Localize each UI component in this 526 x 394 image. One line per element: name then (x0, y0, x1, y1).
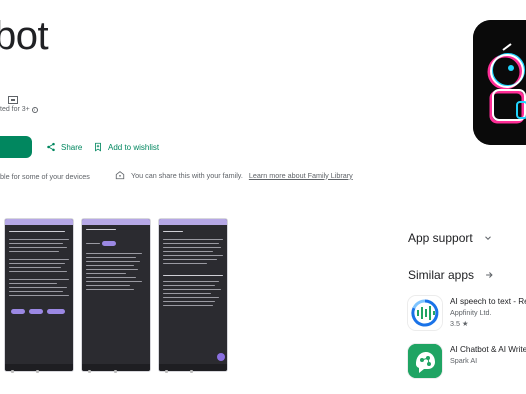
text-line (163, 293, 211, 295)
indicator-dot (88, 370, 91, 373)
text-line (163, 239, 223, 241)
screen-title (86, 229, 116, 231)
indicator-dot (11, 370, 14, 373)
text-line (86, 281, 142, 283)
text-line (163, 285, 215, 287)
indicator-dot (190, 370, 193, 373)
text-line (9, 291, 63, 293)
text-line (9, 287, 67, 289)
family-share-text: You can share this with your family. (131, 170, 243, 180)
similar-app-rating: 3.5 ★ (450, 319, 469, 328)
rating-badge-icon (8, 96, 18, 104)
text-line (163, 251, 213, 253)
text-line (86, 261, 140, 263)
app-support-header[interactable]: App support (408, 231, 493, 245)
status-bar (5, 219, 73, 225)
text-line (86, 289, 134, 291)
text-line (86, 269, 138, 271)
text-line (9, 295, 69, 297)
similar-app-info: AI speech to text - Re Appfinity Ltd. 3.… (450, 296, 526, 330)
app-support-label: App support (408, 231, 473, 245)
similar-app-name: AI Chatbot & AI Write (450, 345, 526, 354)
indicator-dot (36, 370, 39, 373)
info-icon[interactable]: i (31, 106, 38, 113)
similar-app-info: AI Chatbot & AI Write Spark AI (450, 344, 526, 378)
wishlist-button[interactable]: Add to wishlist (93, 142, 159, 152)
arrow-right-icon (486, 272, 493, 278)
text-line (9, 279, 69, 281)
search-field (163, 231, 183, 233)
text-line (86, 273, 126, 275)
screenshot-2[interactable] (81, 218, 151, 372)
content-rating: ted for 3+ i (0, 96, 38, 113)
robot-glitch-icon (473, 20, 526, 145)
text-line (86, 257, 136, 259)
chip (47, 309, 65, 314)
text-line (163, 259, 217, 261)
indicator-dot (165, 370, 168, 373)
text-line (9, 243, 63, 245)
indicator-dot (114, 370, 117, 373)
screenshot-1[interactable] (4, 218, 74, 372)
text-line (86, 277, 136, 279)
text-line (86, 265, 134, 267)
similar-apps-label: Similar apps (408, 268, 475, 282)
text-line (163, 297, 219, 299)
family-library-link[interactable]: Learn more about Family Library (249, 171, 353, 180)
text-line (163, 305, 213, 307)
install-button[interactable] (0, 136, 32, 158)
chevron-down-icon (484, 236, 491, 240)
text-line (9, 231, 65, 233)
similar-app-developer: Spark AI (450, 356, 478, 365)
status-bar (82, 219, 150, 225)
text-line (163, 243, 219, 245)
text-line (163, 263, 207, 265)
content-rating-text: ted for 3+ i (0, 106, 38, 113)
text-line (163, 255, 223, 257)
share-button[interactable]: Share (46, 142, 82, 152)
text-line (9, 267, 61, 269)
screenshot-3[interactable] (158, 218, 228, 372)
status-bar (159, 219, 227, 225)
speech-to-text-icon (408, 296, 442, 330)
home-icon (115, 171, 125, 180)
similar-app-name: AI speech to text - Re (450, 297, 526, 306)
text-line (9, 259, 69, 261)
share-icon (47, 142, 55, 152)
carousel-indicators (0, 370, 240, 376)
text-line (9, 263, 65, 265)
share-label: Share (61, 142, 83, 152)
prompt-label (86, 243, 100, 245)
text-line (86, 253, 142, 255)
text-line (9, 247, 67, 249)
similar-apps-header[interactable]: Similar apps (408, 268, 494, 282)
chip (29, 309, 43, 314)
similar-app-item[interactable]: AI Chatbot & AI Write Spark AI (408, 344, 526, 378)
text-line (86, 285, 130, 287)
bookmark-icon (95, 142, 101, 152)
text-line (163, 275, 223, 277)
family-share-info: You can share this with your family. Lea… (115, 170, 353, 180)
text-line (9, 283, 57, 285)
content-rating-label: ted for 3+ (0, 106, 30, 113)
prompt-chip (102, 241, 116, 246)
similar-app-developer: Appfinity Ltd. (450, 308, 492, 317)
app-title: bot (0, 14, 49, 58)
text-line (9, 251, 59, 253)
ai-brain-chat-icon (408, 344, 442, 378)
wishlist-label: Add to wishlist (108, 142, 160, 152)
device-availability-text: ble for some of your devices (0, 172, 90, 181)
app-icon (473, 20, 526, 145)
text-line (163, 281, 219, 283)
text-line (9, 239, 69, 241)
send-button (217, 353, 225, 361)
text-line (9, 271, 67, 273)
text-line (163, 301, 215, 303)
text-line (163, 247, 221, 249)
chip (11, 309, 25, 314)
text-line (163, 289, 221, 291)
similar-app-item[interactable]: AI speech to text - Re Appfinity Ltd. 3.… (408, 296, 526, 330)
